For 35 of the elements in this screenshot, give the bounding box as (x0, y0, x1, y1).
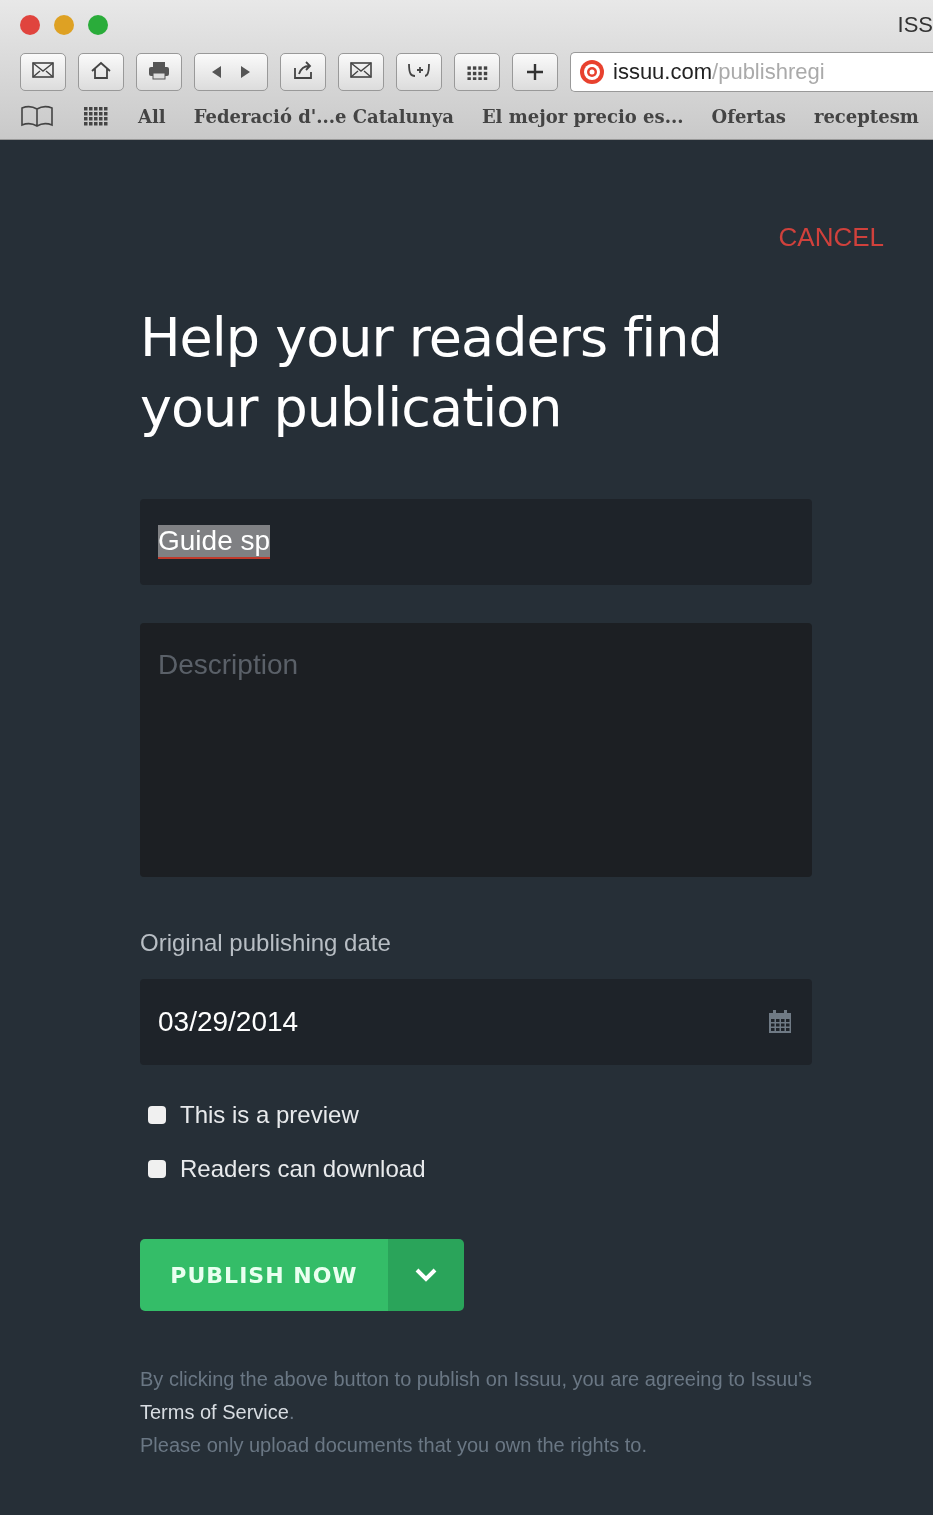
page-heading: Help your readers find your publication (140, 305, 723, 441)
url-text: issuu.com/publishregi (613, 59, 825, 85)
grid-icon[interactable] (82, 105, 110, 127)
date-field[interactable]: 03/29/2014 (140, 979, 812, 1065)
title-field[interactable]: Guide sp (140, 499, 812, 585)
add-tab-button[interactable] (512, 53, 558, 91)
bookmark-item[interactable]: Ofertas (711, 105, 786, 127)
window-title: ISS (897, 12, 933, 38)
home-button[interactable] (78, 53, 124, 91)
bookmark-item[interactable]: receptesm (813, 105, 919, 127)
mail-button[interactable] (20, 53, 66, 91)
bookmark-item[interactable]: All (138, 105, 166, 127)
chevron-down-icon (414, 1267, 438, 1283)
reader-button[interactable] (396, 53, 442, 91)
address-bar[interactable]: issuu.com/publishregi (570, 52, 933, 92)
checkbox[interactable] (148, 1106, 166, 1124)
checkbox[interactable] (148, 1160, 166, 1178)
window-control[interactable] (20, 15, 40, 35)
checkbox-label[interactable]: This is a preview (180, 1101, 359, 1129)
print-button[interactable] (136, 53, 182, 91)
bookmark-item[interactable]: Federació d'...e Catalunya (193, 105, 454, 127)
field-label: Original publishing date (140, 929, 392, 957)
site-icon (579, 59, 605, 85)
book-icon[interactable] (20, 105, 54, 127)
grid-icon (466, 64, 488, 80)
terms-text: By clicking the above button to publish on Issuu, you are agreeing to Issuu's Terms of Service. (140, 1367, 812, 1425)
rights-note: Please only upload documents that you own the rights to. (140, 1433, 648, 1458)
grid-button[interactable] (454, 53, 500, 91)
mail-button[interactable] (338, 53, 384, 91)
checkbox-label[interactable]: Readers can download (180, 1155, 426, 1183)
back-forward-buttons[interactable] (194, 53, 268, 91)
calendar-icon[interactable] (766, 1008, 794, 1036)
bookmark-item[interactable]: El mejor precio es... (481, 105, 684, 127)
share-button[interactable] (280, 53, 326, 91)
terms-link[interactable]: Terms of Service (140, 1401, 289, 1423)
